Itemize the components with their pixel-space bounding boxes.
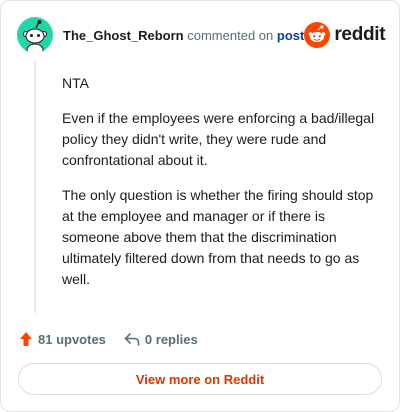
reddit-logo-icon: [304, 22, 331, 48]
thread-line: [34, 61, 36, 313]
reply-arrow-icon: [124, 333, 140, 346]
upvote-button[interactable]: 81 upvotes: [19, 331, 106, 347]
snoo-avatar-icon[interactable]: [17, 17, 53, 53]
comment-actions: 81 upvotes 0 replies: [19, 331, 198, 347]
reddit-logo-text: reddit: [334, 24, 386, 45]
comment-body: NTA Even if the employees were enforcing…: [62, 73, 382, 304]
reply-count: 0 replies: [144, 331, 198, 347]
comment-paragraph: The only question is whether the firing …: [62, 187, 374, 287]
commented-on-text: commented on: [187, 27, 274, 43]
upvote-count: 81 upvotes: [38, 331, 106, 347]
upvote-arrow-icon: [20, 332, 32, 346]
username-link[interactable]: The_Ghost_Reborn: [63, 28, 184, 43]
view-more-label: View more on Reddit: [135, 371, 265, 387]
comment-paragraph: NTA: [62, 75, 89, 91]
reply-button[interactable]: 0 replies: [124, 332, 198, 347]
post-link[interactable]: post: [277, 28, 304, 43]
view-more-button[interactable]: View more on Reddit: [18, 363, 382, 395]
comment-embed-card: The_Ghost_Reborn commented on post reddi…: [0, 0, 400, 412]
reddit-logo[interactable]: reddit: [304, 22, 386, 48]
comment-paragraph: Even if the employees were enforcing a b…: [62, 110, 375, 168]
comment-header: The_Ghost_Reborn commented on post reddi…: [17, 15, 386, 55]
comment-meta: The_Ghost_Reborn commented on post: [63, 28, 304, 43]
